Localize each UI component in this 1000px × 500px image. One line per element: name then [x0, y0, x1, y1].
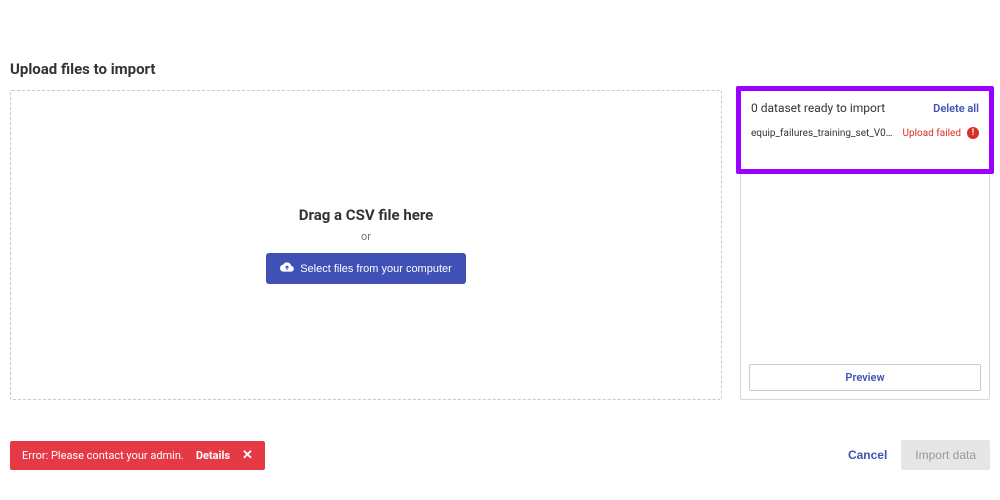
error-toast: Error: Please contact your admin. Detail… [10, 441, 265, 470]
dropzone-title: Drag a CSV file here [299, 206, 434, 224]
dropzone-or: or [361, 230, 371, 243]
toast-details-link[interactable]: Details [196, 449, 230, 462]
page-title: Upload files to import [10, 60, 990, 78]
file-status: Upload failed [902, 128, 961, 139]
error-icon: ! [967, 127, 979, 139]
main-row: Drag a CSV file here or Select files fro… [10, 90, 990, 400]
file-dropzone[interactable]: Drag a CSV file here or Select files fro… [10, 90, 722, 400]
file-row[interactable]: equip_failures_training_set_V0_0106… Upl… [747, 123, 983, 143]
select-files-button[interactable]: Select files from your computer [266, 253, 466, 284]
cancel-button[interactable]: Cancel [834, 440, 901, 470]
cloud-upload-icon [280, 260, 294, 277]
datasets-count-label: 0 dataset ready to import [751, 101, 885, 115]
preview-button[interactable]: Preview [749, 364, 981, 391]
import-data-button[interactable]: Import data [901, 440, 990, 470]
select-files-label: Select files from your computer [300, 263, 452, 275]
footer: Error: Please contact your admin. Detail… [0, 440, 1000, 470]
datasets-header: 0 dataset ready to import Delete all [747, 97, 983, 123]
toast-message: Error: Please contact your admin. [22, 449, 184, 462]
close-icon[interactable]: ✕ [242, 449, 253, 462]
datasets-panel: 0 dataset ready to import Delete all equ… [740, 90, 990, 400]
file-name: equip_failures_training_set_V0_0106… [751, 128, 896, 139]
delete-all-link[interactable]: Delete all [933, 102, 979, 115]
